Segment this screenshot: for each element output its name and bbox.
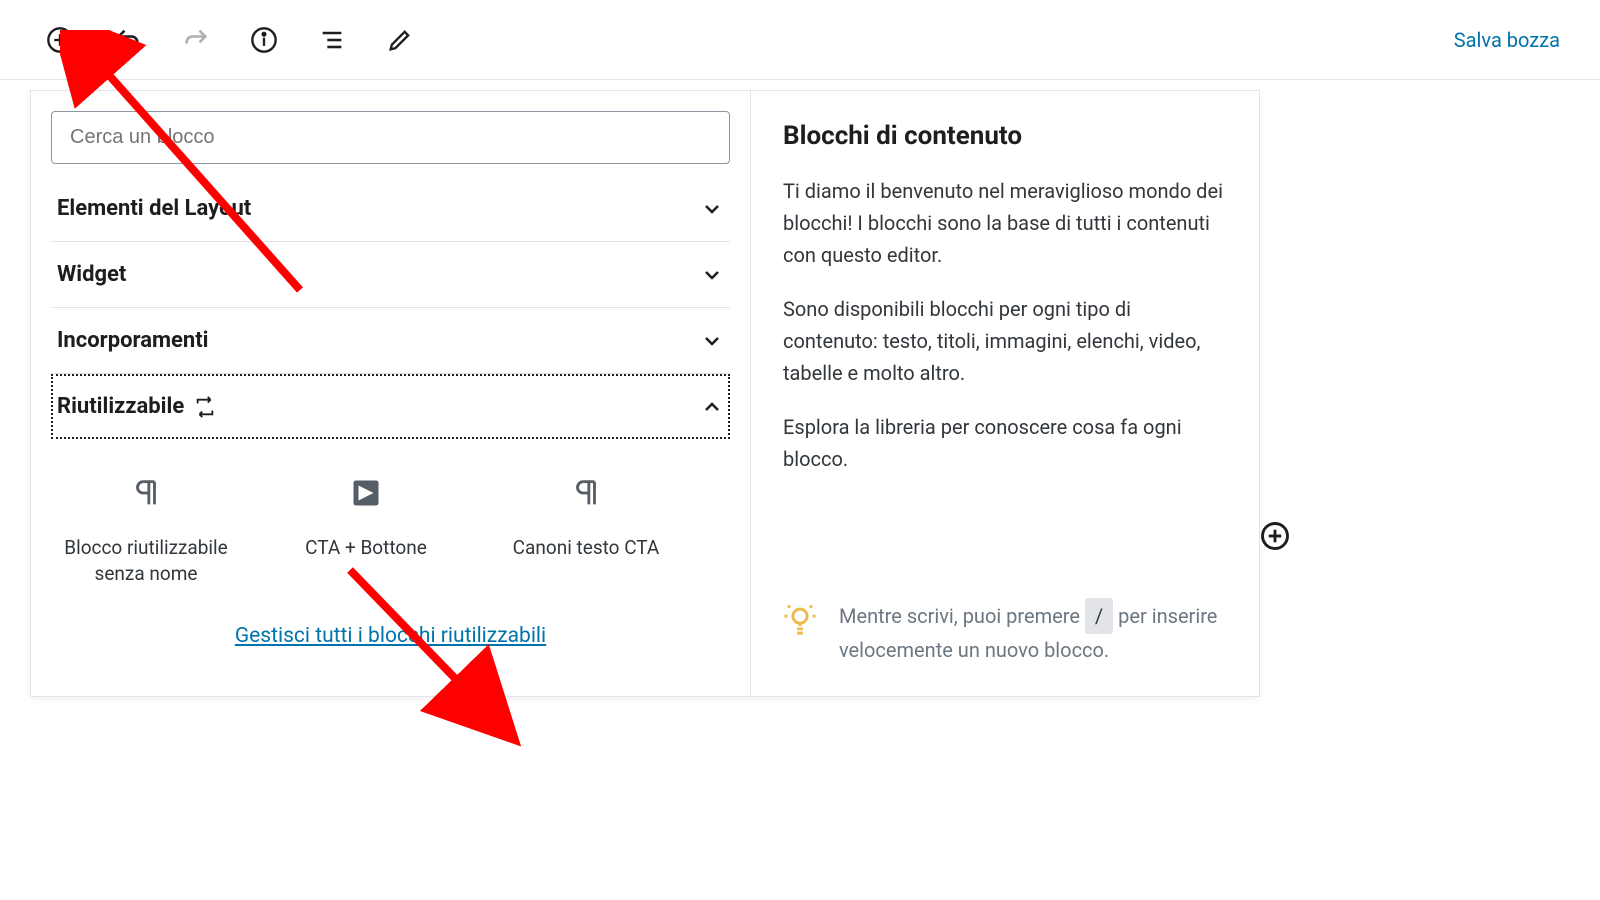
reusable-icon <box>194 396 216 418</box>
undo-button[interactable] <box>108 20 148 60</box>
toolbar-left <box>40 20 1426 60</box>
info-paragraph-1: Ti diamo il benvenuto nel meraviglioso m… <box>783 175 1227 271</box>
edit-mode-button[interactable] <box>380 20 420 60</box>
tip-text-pre: Mentre scrivi, puoi premere <box>839 604 1085 628</box>
manage-reusable-blocks-link[interactable]: Gestisci tutti i blocchi riutilizzabili <box>235 624 546 648</box>
block-inserter-panel: Elementi del Layout Widget Incorporament… <box>30 90 1260 697</box>
editor-toolbar: Salva bozza <box>0 0 1600 80</box>
block-label: Blocco riutilizzabile senza nome <box>55 535 237 586</box>
add-block-button[interactable] <box>40 20 80 60</box>
reusable-block-canoni-testo-cta[interactable]: Canoni testo CTA <box>491 459 681 596</box>
paragraph-icon <box>495 469 677 517</box>
block-navigation-button[interactable] <box>312 20 352 60</box>
slash-key: / <box>1085 598 1113 634</box>
info-paragraph-3: Esplora la libreria per conoscere cosa f… <box>783 411 1227 475</box>
content-info-button[interactable] <box>244 20 284 60</box>
plus-circle-icon <box>1260 521 1290 551</box>
tip-text: Mentre scrivi, puoi premere / per inseri… <box>839 598 1227 666</box>
block-default-icon <box>275 469 457 517</box>
lightbulb-icon <box>783 602 817 640</box>
category-label: Elementi del Layout <box>57 196 251 221</box>
inserter-left-column: Elementi del Layout Widget Incorporament… <box>31 91 751 696</box>
plus-circle-icon <box>46 26 74 54</box>
info-icon <box>250 26 278 54</box>
list-icon <box>318 26 346 54</box>
redo-icon <box>182 26 210 54</box>
category-label: Riutilizzabile <box>57 394 216 419</box>
paragraph-icon <box>55 469 237 517</box>
block-label: CTA + Bottone <box>275 535 457 561</box>
info-title: Blocchi di contenuto <box>783 121 1227 151</box>
info-paragraph-2: Sono disponibili blocchi per ogni tipo d… <box>783 293 1227 389</box>
undo-icon <box>114 26 142 54</box>
inserter-info-column: Blocchi di contenuto Ti diamo il benvenu… <box>751 91 1259 696</box>
manage-reusable-wrap: Gestisci tutti i blocchi riutilizzabili <box>51 606 730 676</box>
reusable-block-unnamed[interactable]: Blocco riutilizzabile senza nome <box>51 459 241 596</box>
chevron-down-icon <box>700 197 724 221</box>
category-widget[interactable]: Widget <box>51 242 730 308</box>
category-reusable[interactable]: Riutilizzabile <box>51 374 730 439</box>
chevron-up-icon <box>700 395 724 419</box>
slash-tip: Mentre scrivi, puoi premere / per inseri… <box>783 568 1227 666</box>
pencil-icon <box>386 26 414 54</box>
chevron-down-icon <box>700 329 724 353</box>
chevron-down-icon <box>700 263 724 287</box>
reusable-block-cta-button[interactable]: CTA + Bottone <box>271 459 461 596</box>
category-label-text: Riutilizzabile <box>57 394 184 419</box>
inline-inserter-button[interactable] <box>1255 516 1295 556</box>
category-layout-elements[interactable]: Elementi del Layout <box>51 176 730 242</box>
block-label: Canoni testo CTA <box>495 535 677 561</box>
category-label: Widget <box>57 262 126 287</box>
category-label: Incorporamenti <box>57 328 209 353</box>
category-embeds[interactable]: Incorporamenti <box>51 308 730 374</box>
redo-button[interactable] <box>176 20 216 60</box>
save-draft-button[interactable]: Salva bozza <box>1454 28 1560 52</box>
block-search-input[interactable] <box>51 111 730 164</box>
reusable-blocks-grid: Blocco riutilizzabile senza nome CTA + B… <box>51 439 730 606</box>
